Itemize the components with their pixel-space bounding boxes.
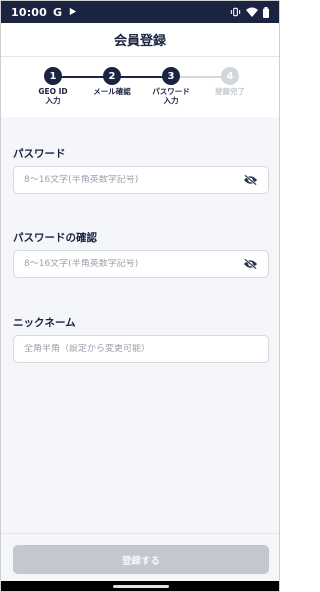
app-screen: 10:00 G 会員登録 1 GEO ID 入力 2 メール確認 3 パスワード… [0, 0, 280, 592]
step-label: GEO ID 入力 [38, 87, 68, 105]
nickname-input[interactable] [24, 344, 258, 354]
battery-icon [263, 6, 269, 18]
step-3: 3 パスワード 入力 [141, 67, 201, 105]
nickname-field [13, 335, 269, 363]
vibrate-icon [230, 7, 241, 17]
step-label: 登録完了 [215, 87, 245, 96]
status-time: 10:00 [11, 5, 48, 19]
step-label: パスワード 入力 [152, 87, 190, 105]
password-label: パスワード [13, 148, 66, 160]
step-number: 1 [44, 67, 62, 85]
progress-stepper: 1 GEO ID 入力 2 メール確認 3 パスワード 入力 4 登録完了 [1, 57, 279, 117]
step-number: 2 [103, 67, 121, 85]
password-confirm-label: パスワードの確認 [13, 232, 97, 244]
eye-off-icon[interactable] [242, 172, 258, 188]
step-2: 2 メール確認 [82, 67, 142, 96]
play-icon [68, 6, 77, 19]
home-indicator[interactable] [113, 585, 169, 588]
google-icon: G [53, 5, 63, 19]
system-nav-bar [1, 581, 279, 591]
password-confirm-input[interactable] [24, 259, 242, 269]
step-label: メール確認 [93, 87, 131, 96]
register-button[interactable]: 登録する [13, 545, 269, 574]
app-header: 会員登録 [1, 23, 279, 57]
password-input[interactable] [24, 175, 242, 185]
bottom-action-bar: 登録する [1, 533, 279, 581]
step-4: 4 登録完了 [200, 67, 260, 96]
step-number: 4 [221, 67, 239, 85]
step-number: 3 [162, 67, 180, 85]
page-title: 会員登録 [113, 34, 166, 49]
status-bar: 10:00 G [1, 1, 279, 23]
step-1: 1 GEO ID 入力 [23, 67, 83, 105]
password-field [13, 166, 269, 194]
wifi-icon [246, 7, 258, 17]
eye-off-icon[interactable] [242, 256, 258, 272]
nickname-label: ニックネーム [13, 317, 76, 329]
password-confirm-field [13, 250, 269, 278]
